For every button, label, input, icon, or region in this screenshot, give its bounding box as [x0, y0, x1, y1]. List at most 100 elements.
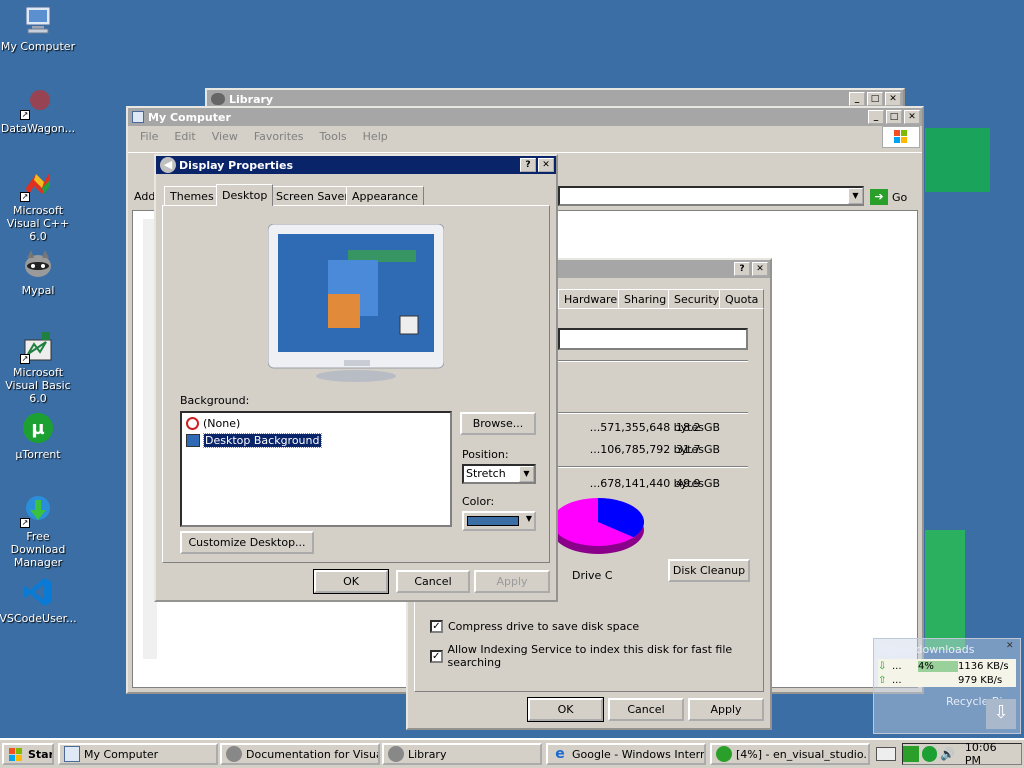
address-input[interactable]: [558, 186, 864, 206]
widget-download-icon[interactable]: ⇩: [986, 699, 1016, 729]
apply-button[interactable]: Apply: [688, 698, 764, 721]
list-item-label: Desktop Background: [203, 433, 322, 448]
download-row[interactable]: ⇩ ... 4% 1136 KB/s: [878, 659, 1016, 673]
display-properties-dialog[interactable]: ◀ Display Properties ? ✕ Themes Desktop …: [154, 154, 558, 602]
mypal-raccoon-icon: [22, 248, 54, 280]
task-my-computer[interactable]: My Computer: [58, 743, 218, 765]
compress-checkbox[interactable]: ✓: [430, 620, 443, 633]
vscode-icon: [22, 576, 54, 608]
datawagon-icon: ↗: [20, 86, 54, 120]
close-button[interactable]: ✕: [538, 158, 554, 172]
close-button[interactable]: ✕: [885, 92, 901, 106]
go-arrow-icon: ➔: [870, 189, 888, 205]
minimize-button[interactable]: _: [849, 92, 865, 106]
list-item-desktop-background[interactable]: Desktop Background: [186, 433, 322, 448]
taskbar: Start My Computer Documentation for Visu…: [0, 738, 1024, 768]
color-label: Color:: [462, 495, 495, 508]
desktop-icon-mypal[interactable]: Mypal: [0, 248, 78, 297]
tab-label: Screen Saver: [276, 189, 349, 203]
chevron-down-icon[interactable]: ▼: [519, 466, 534, 482]
start-button[interactable]: Start: [2, 743, 54, 765]
menu-help[interactable]: Help: [355, 130, 396, 143]
active-downloads-widget[interactable]: Active downloads ✕ ⇩ ... 4% 1136 KB/s ⇧ …: [873, 638, 1021, 734]
apply-button[interactable]: Apply: [474, 570, 550, 593]
utorrent-tray-icon[interactable]: [921, 746, 938, 762]
display-back-icon: ◀: [160, 157, 176, 173]
task-download[interactable]: [4%] - en_visual_studio...: [710, 743, 870, 765]
tab-appearance[interactable]: Appearance: [346, 186, 425, 205]
fdm-tray-icon[interactable]: [903, 746, 919, 762]
cancel-button[interactable]: Cancel: [396, 570, 470, 593]
tab-security[interactable]: Security: [668, 289, 726, 308]
desktop-icon-visual-basic[interactable]: ↗ Microsoft Visual Basic 6.0: [0, 330, 78, 405]
desktop-icon-vscode[interactable]: VSCodeUser...: [0, 576, 78, 625]
color-picker-button[interactable]: ▼: [462, 511, 536, 531]
widget-close-button[interactable]: ✕: [1006, 642, 1016, 652]
monitor-preview: [267, 223, 445, 382]
tab-desktop[interactable]: Desktop: [216, 184, 274, 206]
download-percent: 4%: [918, 660, 958, 672]
download-row[interactable]: ⇧ ... 979 KB/s: [878, 673, 1016, 687]
tab-screen-saver[interactable]: Screen Saver: [270, 186, 355, 205]
drive-name-input[interactable]: [558, 328, 748, 350]
free-gb: 31.7 GB: [676, 443, 721, 456]
maximize-button[interactable]: □: [867, 92, 883, 106]
tab-quota[interactable]: Quota: [719, 289, 765, 308]
task-documentation[interactable]: Documentation for Visual...: [220, 743, 380, 765]
menu-tools[interactable]: Tools: [312, 130, 355, 143]
tab-hardware[interactable]: Hardware: [558, 289, 624, 308]
tab-sharing[interactable]: Sharing: [618, 289, 673, 308]
close-button[interactable]: ✕: [904, 110, 920, 124]
clock[interactable]: 10:06 PM: [965, 741, 1015, 767]
index-option[interactable]: ✓ Allow Indexing Service to index this d…: [430, 643, 770, 669]
minimize-button[interactable]: _: [868, 110, 884, 124]
desktop-icon-fdm[interactable]: ↗ Free Download Manager: [0, 494, 78, 569]
desktop-icon-my-computer[interactable]: My Computer: [0, 4, 78, 53]
help-button[interactable]: ?: [520, 158, 536, 172]
close-button[interactable]: ✕: [752, 262, 768, 276]
desktop-icon-datawagon[interactable]: ↗ DataWagon...: [0, 86, 78, 135]
background-list[interactable]: (None) Desktop Background: [180, 411, 452, 527]
menu-edit[interactable]: Edit: [166, 130, 203, 143]
wallpaper-fragment: [925, 530, 965, 650]
compress-option[interactable]: ✓ Compress drive to save disk space: [430, 620, 639, 633]
ok-button[interactable]: OK: [527, 697, 604, 722]
task-google-ie[interactable]: e Google - Windows Intern...: [546, 743, 706, 765]
list-item-none[interactable]: (None): [186, 417, 240, 430]
display-properties-titlebar[interactable]: ◀ Display Properties ? ✕: [156, 156, 556, 174]
button-label: Apply: [496, 575, 528, 588]
go-button[interactable]: ➔ Go: [870, 187, 914, 207]
task-label: Google - Windows Intern...: [572, 747, 706, 761]
desktop-icon-visual-cpp[interactable]: ↗ Microsoft Visual C++ 6.0: [0, 168, 78, 243]
menu-view[interactable]: View: [204, 130, 246, 143]
desktop-icon-label: µTorrent: [15, 448, 61, 461]
ok-button[interactable]: OK: [313, 569, 389, 594]
desktop-icon-label: DataWagon...: [0, 122, 76, 135]
desktop-icon-utorrent[interactable]: µ µTorrent: [0, 412, 78, 461]
index-label: Allow Indexing Service to index this dis…: [447, 643, 733, 669]
my-computer-titlebar[interactable]: My Computer _ □ ✕: [128, 108, 922, 126]
task-library[interactable]: Library: [382, 743, 542, 765]
visual-basic-icon: ↗: [20, 330, 54, 364]
maximize-button[interactable]: □: [886, 110, 902, 124]
tab-label: Sharing: [624, 292, 667, 306]
help-button[interactable]: ?: [734, 262, 750, 276]
disk-usage-pie: [552, 498, 644, 554]
tab-themes[interactable]: Themes: [164, 186, 220, 205]
display-tabs: Themes Desktop Screen Saver Appearance: [164, 184, 544, 206]
keyboard-icon[interactable]: [876, 747, 896, 761]
tab-label: Appearance: [352, 189, 419, 203]
position-select[interactable]: Stretch ▼: [462, 464, 536, 484]
volume-icon[interactable]: 🔊: [940, 746, 956, 762]
drive-label: Drive C: [572, 569, 613, 582]
disk-cleanup-button[interactable]: Disk Cleanup: [668, 559, 750, 582]
index-checkbox[interactable]: ✓: [430, 649, 443, 663]
my-computer-icon: [22, 4, 54, 36]
customize-desktop-button[interactable]: Customize Desktop...: [180, 531, 314, 554]
menu-file[interactable]: File: [132, 130, 166, 143]
browse-button[interactable]: Browse...: [460, 412, 536, 435]
tab-label: Quota: [725, 292, 759, 306]
address-dropdown-button[interactable]: ▼: [848, 188, 863, 204]
menu-favorites[interactable]: Favorites: [246, 130, 312, 143]
cancel-button[interactable]: Cancel: [608, 698, 684, 721]
